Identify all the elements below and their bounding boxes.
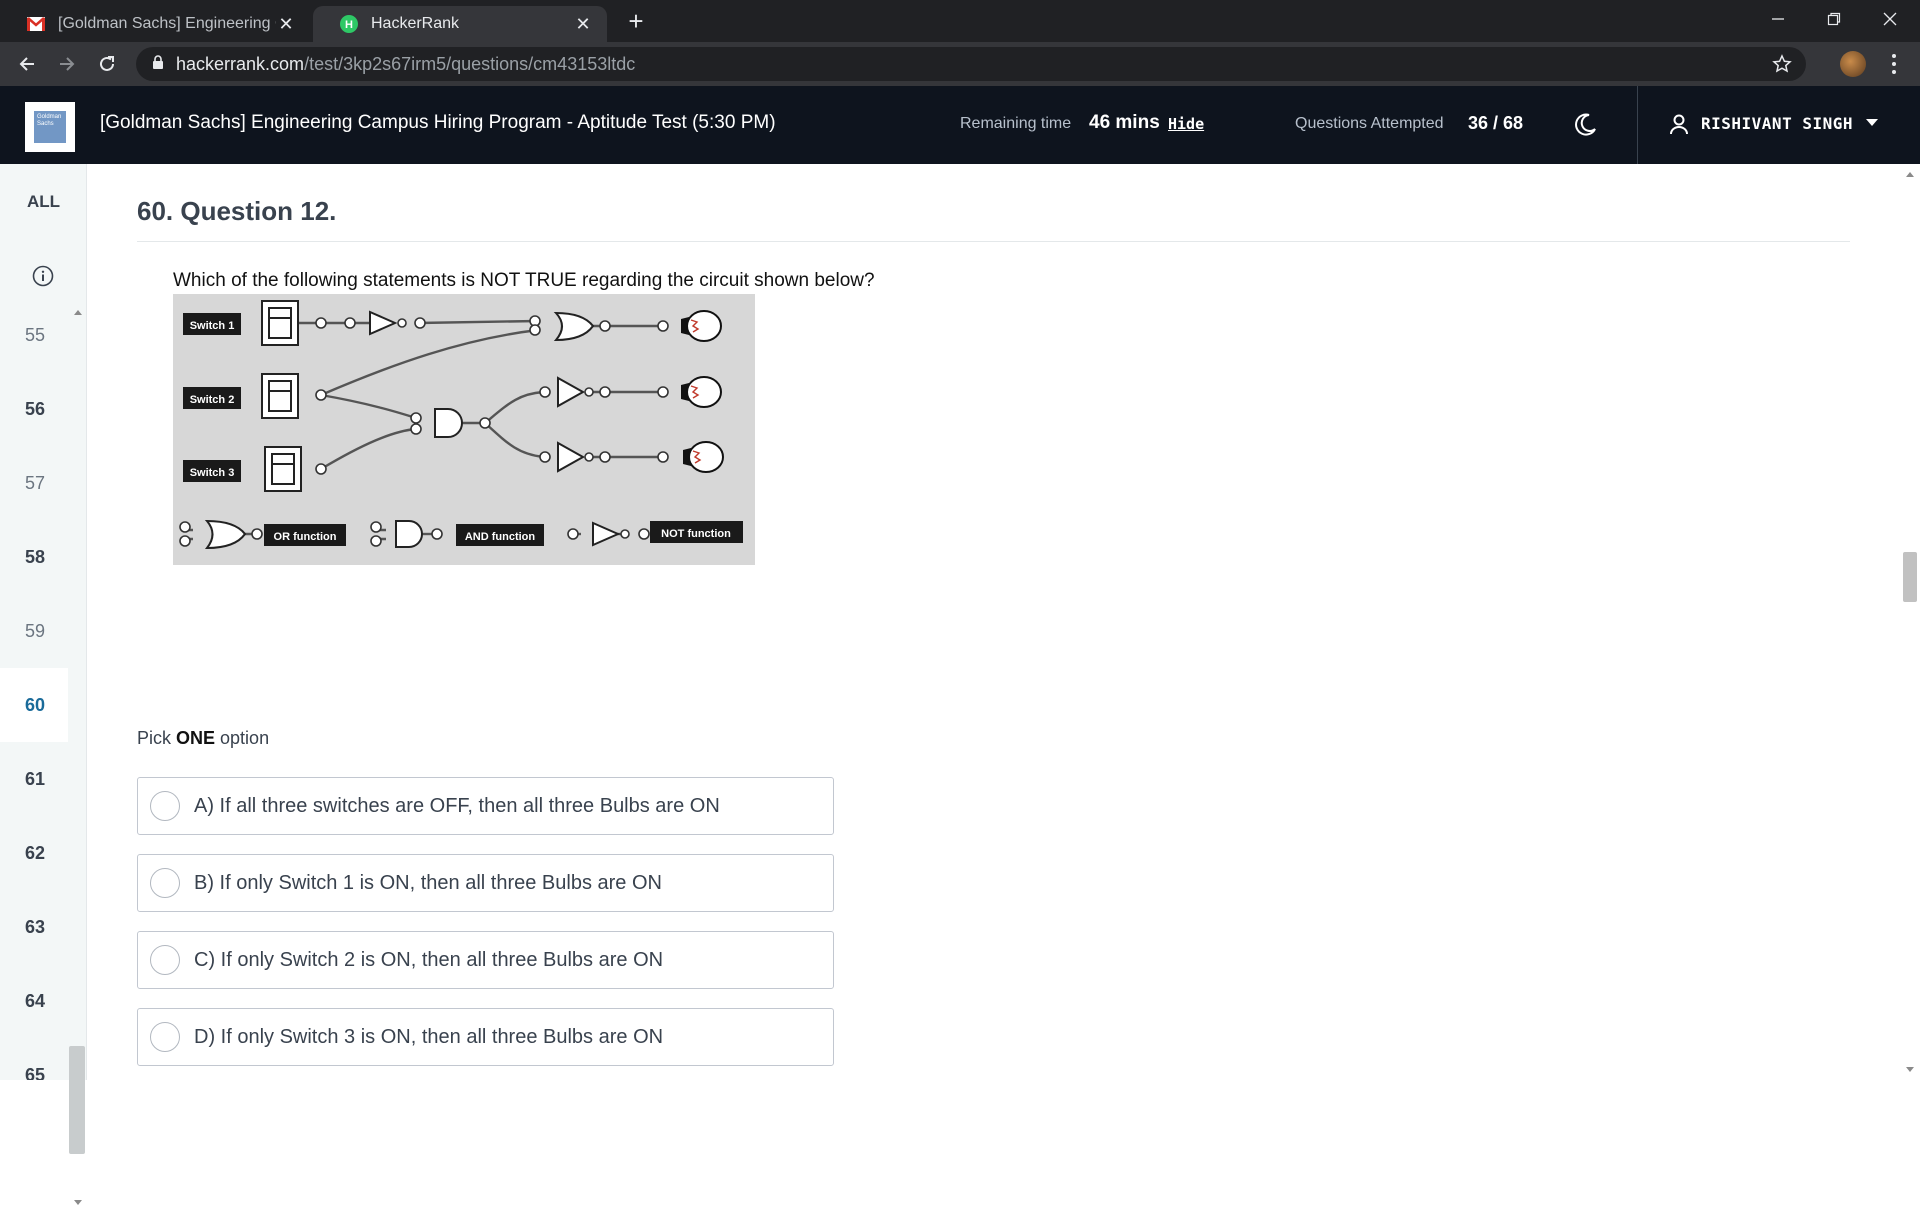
sidebar-question-55[interactable]: 55 <box>0 298 68 372</box>
circuit-diagram-svg: Switch 1 Switch 2 Switch 3 OR function A… <box>179 300 743 550</box>
chevron-down-icon[interactable] <box>1866 119 1878 126</box>
page-scrollbar[interactable] <box>1900 164 1920 1080</box>
profile-avatar[interactable] <box>1840 51 1866 77</box>
sidebar-question-59[interactable]: 59 <box>0 594 68 668</box>
radio-button[interactable] <box>150 791 180 821</box>
user-icon[interactable] <box>1668 113 1690 135</box>
sidebar-question-56[interactable]: 56 <box>0 372 68 446</box>
user-name-menu[interactable]: RISHIVANT SINGH <box>1701 114 1853 133</box>
info-icon[interactable] <box>32 265 54 287</box>
option-d[interactable]: D) If only Switch 3 is ON, then all thre… <box>137 1008 834 1066</box>
switch-icons <box>261 300 302 492</box>
sidebar-question-60[interactable]: 60 <box>0 668 68 742</box>
question-panel: 60. Question 12. Which of the following … <box>87 164 1900 1080</box>
forward-icon[interactable] <box>52 49 82 79</box>
minimize-icon[interactable] <box>1750 0 1806 38</box>
company-logo: Goldman Sachs <box>25 102 75 152</box>
close-icon[interactable]: ✕ <box>573 14 593 34</box>
svg-text:H: H <box>345 19 353 31</box>
test-title: [Goldman Sachs] Engineering Campus Hirin… <box>100 112 776 133</box>
browser-tabstrip: [Goldman Sachs] Engineering Campus Hirin… <box>0 0 1920 42</box>
back-icon[interactable] <box>12 49 42 79</box>
circuit-diagram: Switch 1 Switch 2 Switch 3 OR function A… <box>173 294 755 565</box>
browser-tab-hackerrank[interactable]: H HackerRank ✕ <box>313 6 607 42</box>
option-label: A) If all three switches are OFF, then a… <box>194 794 720 817</box>
switch-3-label: Switch 3 <box>190 467 235 479</box>
switch-2-label: Switch 2 <box>190 394 235 406</box>
scroll-up-icon[interactable] <box>74 310 82 315</box>
page-scroll-thumb[interactable] <box>1903 552 1917 602</box>
option-c[interactable]: C) If only Switch 2 is ON, then all thre… <box>137 931 834 989</box>
bookmark-star-icon[interactable] <box>1772 54 1792 79</box>
sidebar-scrollbar[interactable] <box>68 298 87 1205</box>
title-divider <box>137 241 1850 242</box>
sidebar-question-57[interactable]: 57 <box>0 446 68 520</box>
sidebar-question-62[interactable]: 62 <box>0 816 68 890</box>
browser-menu-icon[interactable] <box>1884 52 1904 76</box>
new-tab-button[interactable]: + <box>622 8 650 36</box>
close-icon[interactable]: ✕ <box>276 14 296 34</box>
bulb-icons <box>681 310 724 473</box>
remaining-time-value: 46 mins <box>1089 112 1160 133</box>
tab-title: HackerRank <box>371 15 460 32</box>
radio-button[interactable] <box>150 1022 180 1052</box>
url-text: hackerrank.com/test/3kp2s67irm5/question… <box>176 53 636 74</box>
switch-labels: Switch 1 Switch 2 Switch 3 <box>183 313 241 482</box>
not-function-label: NOT function <box>661 528 731 540</box>
gmail-icon <box>26 14 46 34</box>
all-questions-link[interactable]: ALL <box>0 192 87 212</box>
question-text: Which of the following statements is NOT… <box>173 270 875 291</box>
scroll-down-icon[interactable] <box>1906 1067 1914 1072</box>
sidebar-question-65[interactable]: 65 <box>0 1038 68 1081</box>
address-bar[interactable]: hackerrank.com/test/3kp2s67irm5/question… <box>136 47 1806 81</box>
dark-mode-moon-icon[interactable] <box>1572 112 1598 138</box>
option-label: B) If only Switch 1 is ON, then all thre… <box>194 871 662 894</box>
hackerrank-icon: H <box>339 14 359 34</box>
tab-title: [Goldman Sachs] Engineering Campus Hirin… <box>58 15 276 32</box>
questions-attempted-label: Questions Attempted <box>1295 115 1444 132</box>
sidebar-question-58[interactable]: 58 <box>0 520 68 594</box>
lock-icon <box>152 54 164 74</box>
or-function-label: OR function <box>274 531 337 543</box>
remaining-time-label: Remaining time <box>960 115 1072 132</box>
question-sidebar: ALL 55 56 57 58 59 60 61 62 63 64 65 <box>0 164 87 1205</box>
radio-button[interactable] <box>150 945 180 975</box>
browser-tab-gmail[interactable]: [Goldman Sachs] Engineering Campus Hirin… <box>0 6 310 42</box>
header-divider <box>1637 86 1638 164</box>
option-a[interactable]: A) If all three switches are OFF, then a… <box>137 777 834 835</box>
browser-toolbar: hackerrank.com/test/3kp2s67irm5/question… <box>0 42 1920 86</box>
radio-button[interactable] <box>150 868 180 898</box>
window-close-icon[interactable] <box>1862 0 1918 38</box>
and-function-label: AND function <box>465 531 536 543</box>
reload-icon[interactable] <box>92 49 122 79</box>
pick-instruction: Pick ONE option <box>137 728 270 748</box>
legend: OR function AND function NOT function <box>264 521 743 546</box>
sidebar-question-63[interactable]: 63 <box>0 890 68 964</box>
hide-timer-link[interactable]: Hide <box>1168 115 1204 133</box>
test-header: Goldman Sachs [Goldman Sachs] Engineerin… <box>0 86 1920 164</box>
restore-icon[interactable] <box>1806 0 1862 38</box>
question-list: 55 56 57 58 59 60 61 62 63 64 65 <box>0 298 68 1080</box>
option-b[interactable]: B) If only Switch 1 is ON, then all thre… <box>137 854 834 912</box>
question-title: 60. Question 12. <box>137 196 337 226</box>
scroll-up-icon[interactable] <box>1906 172 1914 177</box>
option-label: C) If only Switch 2 is ON, then all thre… <box>194 948 664 971</box>
scroll-down-icon[interactable] <box>74 1200 82 1205</box>
switch-1-label: Switch 1 <box>190 320 235 332</box>
circuit-nodes <box>179 315 669 547</box>
questions-attempted-value: 36 / 68 <box>1468 113 1524 133</box>
option-label: D) If only Switch 3 is ON, then all thre… <box>194 1025 664 1048</box>
sidebar-question-64[interactable]: 64 <box>0 964 68 1038</box>
sidebar-question-61[interactable]: 61 <box>0 742 68 816</box>
sidebar-scroll-thumb[interactable] <box>69 1046 85 1154</box>
